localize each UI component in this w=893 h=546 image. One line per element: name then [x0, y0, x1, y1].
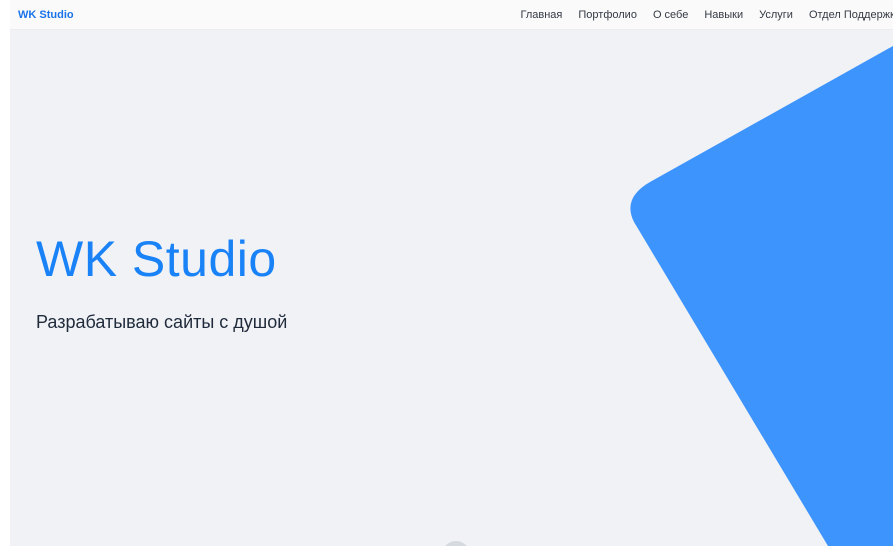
nav-item-home[interactable]: Главная: [521, 9, 563, 21]
nav-item-support[interactable]: Отдел Поддержки: [809, 9, 893, 21]
brand-link[interactable]: WK Studio: [18, 9, 74, 21]
nav-item-about[interactable]: О себе: [653, 9, 688, 21]
hero-subtitle: Разрабатываю сайты с душой: [36, 312, 288, 332]
main-nav: Главная Портфолио О себе Навыки Услуги О…: [521, 9, 893, 21]
nav-item-skills[interactable]: Навыки: [704, 9, 743, 21]
hero-title: WK Studio: [36, 231, 277, 287]
nav-item-services[interactable]: Услуги: [759, 9, 793, 21]
page: WK Studio Главная Портфолио О себе Навык…: [10, 0, 893, 546]
blue-triangle-shape: [630, 46, 893, 546]
nav-item-portfolio[interactable]: Портфолио: [578, 9, 637, 21]
top-navbar: WK Studio Главная Портфолио О себе Навык…: [10, 0, 893, 30]
